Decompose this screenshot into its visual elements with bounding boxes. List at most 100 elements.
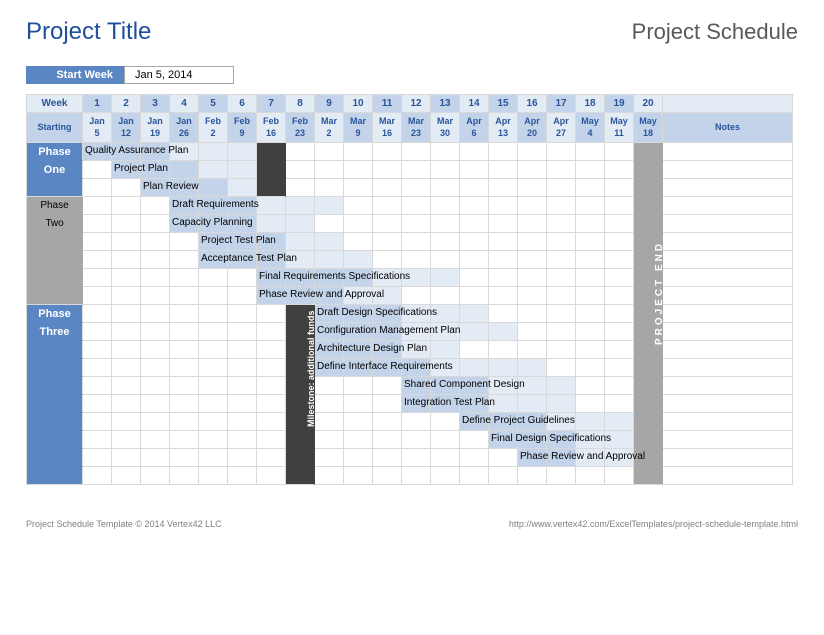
gantt-cell bbox=[199, 305, 228, 323]
gantt-cell bbox=[431, 449, 460, 467]
week-num: 12 bbox=[402, 95, 431, 113]
phase-label bbox=[27, 431, 83, 449]
gantt-cell bbox=[83, 449, 112, 467]
gantt-cell bbox=[228, 431, 257, 449]
gantt-cell bbox=[315, 395, 344, 413]
gantt-cell bbox=[257, 467, 286, 485]
week-date: Apr13 bbox=[489, 113, 518, 143]
notes-cell[interactable] bbox=[663, 215, 793, 233]
gantt-cell bbox=[518, 269, 547, 287]
gantt-cell bbox=[315, 377, 344, 395]
gantt-cell bbox=[518, 233, 547, 251]
notes-cell[interactable] bbox=[663, 161, 793, 179]
gantt-cell bbox=[431, 467, 460, 485]
gantt-cell bbox=[83, 305, 112, 323]
notes-cell[interactable] bbox=[663, 413, 793, 431]
gantt-cell bbox=[199, 431, 228, 449]
notes-cell[interactable] bbox=[663, 377, 793, 395]
gantt-cell: Capacity Planning bbox=[170, 215, 199, 233]
gantt-cell bbox=[547, 467, 576, 485]
notes-cell[interactable] bbox=[663, 323, 793, 341]
week-num: 1 bbox=[83, 95, 112, 113]
phase-label bbox=[27, 233, 83, 251]
gantt-cell bbox=[257, 377, 286, 395]
gantt-cell bbox=[634, 377, 663, 395]
gantt-cell bbox=[83, 413, 112, 431]
notes-cell[interactable] bbox=[663, 251, 793, 269]
gantt-cell bbox=[489, 287, 518, 305]
gantt-cell bbox=[547, 287, 576, 305]
gantt-cell bbox=[83, 467, 112, 485]
gantt-cell bbox=[257, 143, 286, 161]
gantt-cell bbox=[228, 467, 257, 485]
start-week-value[interactable]: Jan 5, 2014 bbox=[124, 66, 234, 84]
notes-cell[interactable] bbox=[663, 287, 793, 305]
gantt-cell bbox=[83, 251, 112, 269]
gantt-cell bbox=[170, 449, 199, 467]
week-num: 14 bbox=[460, 95, 489, 113]
phase-label: One bbox=[27, 161, 83, 179]
gantt-cell bbox=[460, 179, 489, 197]
gantt-cell: Phase Review and Approval bbox=[518, 449, 547, 467]
gantt-cell bbox=[199, 179, 228, 197]
gantt-cell bbox=[489, 341, 518, 359]
gantt-cell bbox=[286, 431, 315, 449]
gantt-cell bbox=[112, 377, 141, 395]
notes-cell[interactable] bbox=[663, 341, 793, 359]
gantt-cell bbox=[489, 359, 518, 377]
gantt-cell: Integration Test Plan bbox=[402, 395, 431, 413]
gantt-cell bbox=[199, 449, 228, 467]
gantt-cell bbox=[460, 341, 489, 359]
phase-label: Three bbox=[27, 323, 83, 341]
notes-cell[interactable] bbox=[663, 431, 793, 449]
gantt-cell bbox=[431, 179, 460, 197]
week-num: 16 bbox=[518, 95, 547, 113]
gantt-cell bbox=[257, 161, 286, 179]
gantt-cell bbox=[605, 395, 634, 413]
gantt-cell bbox=[518, 305, 547, 323]
gantt-cell bbox=[518, 197, 547, 215]
gantt-cell bbox=[576, 215, 605, 233]
gantt-cell bbox=[402, 143, 431, 161]
gantt-cell bbox=[402, 431, 431, 449]
gantt-cell bbox=[460, 215, 489, 233]
gantt-cell bbox=[199, 395, 228, 413]
week-date: Apr27 bbox=[547, 113, 576, 143]
gantt-cell bbox=[83, 269, 112, 287]
notes-cell[interactable] bbox=[663, 449, 793, 467]
gantt-cell bbox=[547, 305, 576, 323]
gantt-cell bbox=[170, 413, 199, 431]
gantt-cell bbox=[431, 413, 460, 431]
gantt-cell bbox=[460, 305, 489, 323]
notes-cell[interactable] bbox=[663, 197, 793, 215]
gantt-cell bbox=[286, 233, 315, 251]
gantt-cell bbox=[373, 413, 402, 431]
gantt-cell bbox=[576, 287, 605, 305]
gantt-cell bbox=[228, 179, 257, 197]
gantt-cell bbox=[112, 395, 141, 413]
gantt-cell bbox=[83, 287, 112, 305]
gantt-cell bbox=[518, 287, 547, 305]
notes-cell[interactable] bbox=[663, 467, 793, 485]
notes-cell[interactable] bbox=[663, 305, 793, 323]
gantt-cell bbox=[170, 305, 199, 323]
footer-link[interactable]: http://www.vertex42.com/ExcelTemplates/p… bbox=[509, 519, 798, 529]
notes-cell[interactable] bbox=[663, 395, 793, 413]
gantt-cell bbox=[576, 413, 605, 431]
gantt-cell bbox=[431, 269, 460, 287]
phase-label bbox=[27, 341, 83, 359]
gantt-cell bbox=[112, 269, 141, 287]
gantt-cell bbox=[141, 359, 170, 377]
gantt-cell bbox=[286, 161, 315, 179]
notes-cell[interactable] bbox=[663, 143, 793, 161]
notes-cell[interactable] bbox=[663, 233, 793, 251]
task-label: Quality Assurance Plan bbox=[85, 145, 188, 156]
gantt-cell bbox=[286, 197, 315, 215]
task-label: Draft Requirements bbox=[172, 199, 259, 210]
gantt-cell bbox=[547, 143, 576, 161]
notes-cell[interactable] bbox=[663, 359, 793, 377]
notes-cell[interactable] bbox=[663, 179, 793, 197]
gantt-cell: PROJECT END bbox=[634, 215, 663, 233]
notes-cell[interactable] bbox=[663, 269, 793, 287]
phase-label bbox=[27, 179, 83, 197]
